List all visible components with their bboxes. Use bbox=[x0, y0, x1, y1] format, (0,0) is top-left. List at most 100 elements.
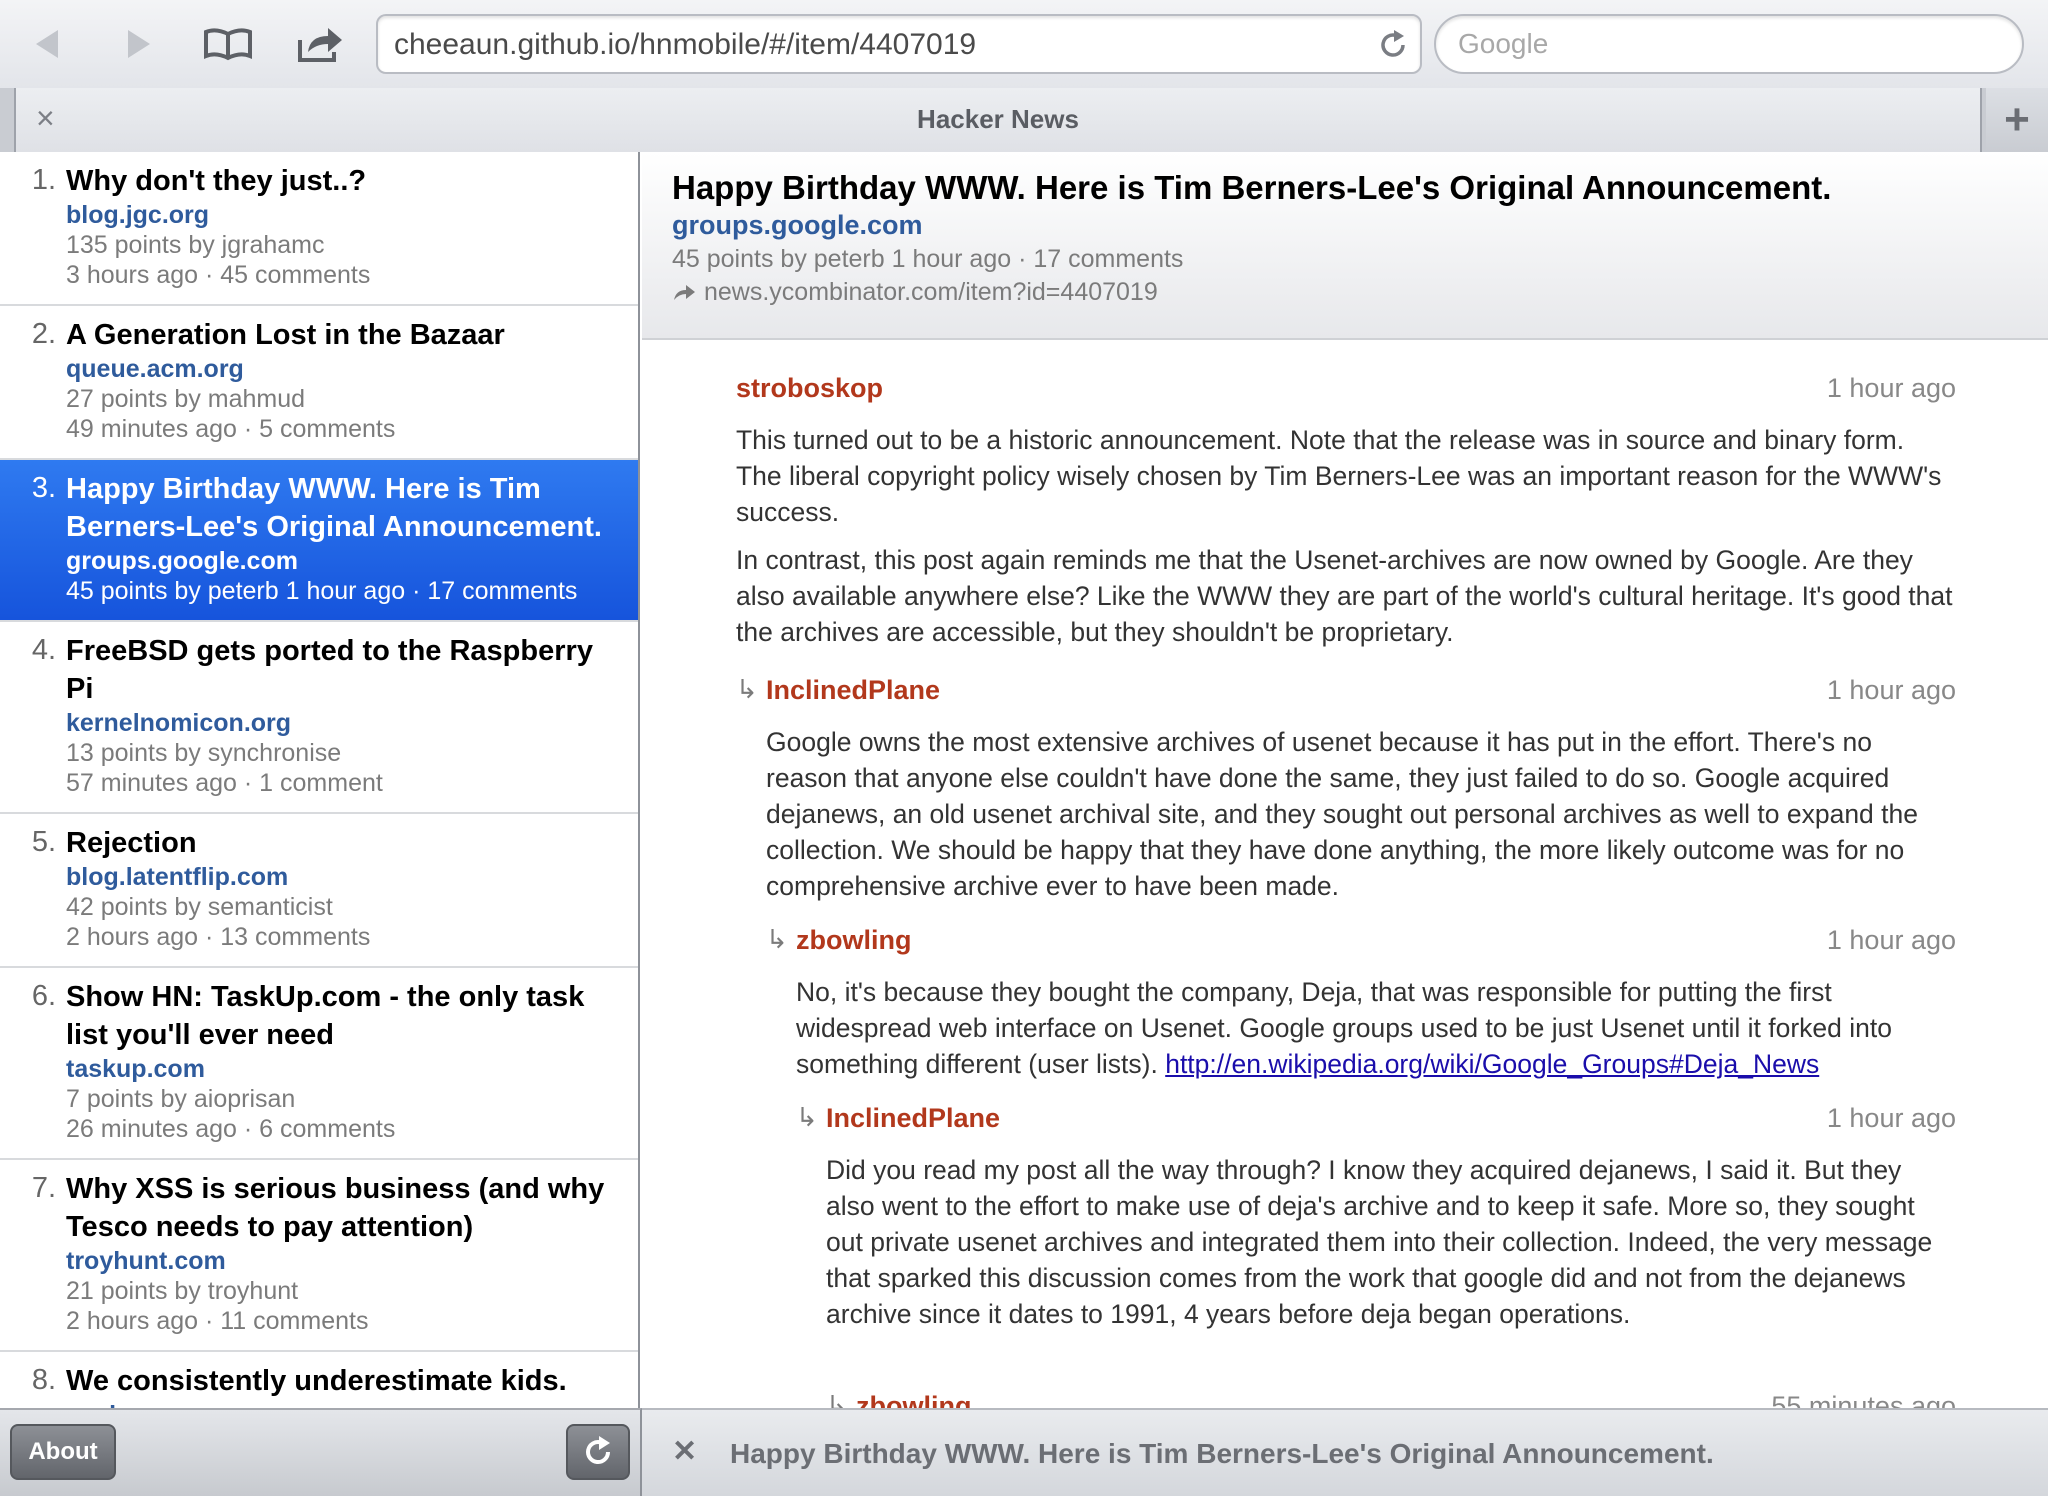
story-points: 27 points by mahmud bbox=[66, 385, 306, 413]
story-list[interactable]: 1. Why don't they just..? blog.jgc.org 1… bbox=[0, 152, 640, 1408]
story-time-comments: 3 hours ago · 45 comments bbox=[66, 261, 371, 289]
comment-author[interactable]: InclinedPlane bbox=[826, 1103, 1000, 1133]
comment-paragraph: Did you read my post all the way through… bbox=[826, 1155, 1933, 1329]
detail-domain[interactable]: groups.google.com bbox=[672, 208, 2018, 242]
story-item[interactable]: 7. Why XSS is serious business (and why … bbox=[0, 1160, 638, 1352]
detail-title[interactable]: Happy Birthday WWW. Here is Tim Berners-… bbox=[672, 168, 2018, 208]
story-rank: 6. bbox=[31, 980, 56, 1012]
story-time-comments: 26 minutes ago · 6 comments bbox=[66, 1115, 396, 1143]
comment-reply: ↳ InclinedPlane 1 hour ago Did you read … bbox=[796, 1100, 1956, 1332]
story-domain: kernelnomicon.org bbox=[66, 709, 292, 737]
story-item[interactable]: 8. We consistently underestimate kids. p… bbox=[0, 1352, 638, 1408]
hn-discussion-link[interactable]: news.ycombinator.com/item?id=4407019 bbox=[672, 276, 2018, 308]
search-input[interactable] bbox=[1458, 28, 1998, 60]
wikipedia-link[interactable]: http://en.wikipedia.org/wiki/Google_Grou… bbox=[1165, 1049, 1819, 1079]
detail-meta: 45 points by peterb 1 hour ago · 17 comm… bbox=[672, 245, 1184, 273]
story-rank: 8. bbox=[31, 1364, 56, 1396]
story-item[interactable]: 4. FreeBSD gets ported to the Raspberry … bbox=[0, 622, 638, 814]
share-icon bbox=[298, 28, 342, 62]
address-url[interactable]: cheeaun.github.io/hnmobile/#/item/440701… bbox=[394, 28, 976, 62]
reply-arrow-icon: ↳ bbox=[826, 1390, 848, 1408]
story-item[interactable]: 1. Why don't they just..? blog.jgc.org 1… bbox=[0, 152, 638, 306]
back-button[interactable] bbox=[20, 16, 76, 72]
comments-thread[interactable]: stroboskop 1 hour ago This turned out to… bbox=[642, 340, 2048, 1408]
comment-paragraph: This turned out to be a historic announc… bbox=[736, 425, 1942, 527]
story-time-comments: 57 minutes ago · 1 comment bbox=[66, 769, 383, 797]
story-domain: troyhunt.com bbox=[66, 1247, 226, 1275]
reply-arrow-icon: ↳ bbox=[796, 1102, 818, 1132]
story-points: 7 points by aioprisan bbox=[66, 1085, 296, 1113]
comment-time: 1 hour ago bbox=[1826, 925, 1956, 955]
detail-status-bar: ✕ Happy Birthday WWW. Here is Tim Berner… bbox=[642, 1408, 2048, 1496]
story-item-selected[interactable]: 3. Happy Birthday WWW. Here is Tim Berne… bbox=[0, 460, 638, 622]
story-time-comments: 49 minutes ago · 5 comments bbox=[66, 415, 396, 443]
share-arrow-icon bbox=[674, 285, 695, 300]
comment-reply: ↳ zbowling 55 minutes ago bbox=[826, 1388, 1956, 1408]
tab-bar: × Hacker News + bbox=[0, 88, 2048, 152]
story-detail: Happy Birthday WWW. Here is Tim Berners-… bbox=[642, 152, 2048, 1408]
story-rank: 7. bbox=[31, 1172, 56, 1204]
refresh-button[interactable] bbox=[566, 1424, 630, 1480]
comment-paragraph: Google owns the most extensive archives … bbox=[766, 727, 1918, 901]
browser-toolbar: cheeaun.github.io/hnmobile/#/item/440701… bbox=[0, 0, 2048, 88]
tab-title: Hacker News bbox=[917, 104, 1079, 134]
reply-arrow-icon: ↳ bbox=[766, 924, 788, 954]
story-domain: groups.google.com bbox=[66, 547, 298, 575]
story-domain: peebs.org bbox=[66, 1400, 624, 1408]
forward-arrow-icon bbox=[128, 30, 150, 58]
bookmarks-button[interactable] bbox=[200, 16, 256, 72]
comment-author[interactable]: stroboskop bbox=[736, 373, 883, 403]
comment-time: 1 hour ago bbox=[1826, 373, 1956, 403]
story-domain: taskup.com bbox=[66, 1055, 205, 1083]
story-points: 13 points by synchronise bbox=[66, 739, 342, 767]
story-item[interactable]: 6. Show HN: TaskUp.com - the only task l… bbox=[0, 968, 638, 1160]
address-bar[interactable]: cheeaun.github.io/hnmobile/#/item/440701… bbox=[376, 14, 1422, 74]
story-title: A Generation Lost in the Bazaar bbox=[66, 319, 505, 351]
story-points: 135 points by jgrahamc bbox=[66, 231, 325, 259]
search-bar[interactable] bbox=[1434, 14, 2024, 74]
close-detail-icon[interactable]: ✕ bbox=[672, 1434, 697, 1469]
back-arrow-icon bbox=[36, 30, 58, 58]
refresh-icon bbox=[586, 1436, 611, 1465]
hn-discussion-url[interactable]: news.ycombinator.com/item?id=4407019 bbox=[704, 276, 1158, 308]
story-title: Why XSS is serious business (and why Tes… bbox=[66, 1173, 605, 1243]
story-title: Rejection bbox=[66, 827, 197, 859]
story-title: Show HN: TaskUp.com - the only task list… bbox=[66, 981, 585, 1051]
story-points: 42 points by semanticist bbox=[66, 893, 333, 921]
story-points: 45 points by peterb 1 hour ago · 17 comm… bbox=[66, 577, 578, 605]
new-tab-button[interactable]: + bbox=[1986, 88, 2048, 152]
story-title: Why don't they just..? bbox=[66, 165, 367, 197]
tab-hacker-news[interactable]: × Hacker News bbox=[14, 88, 1982, 152]
story-title: FreeBSD gets ported to the Raspberry Pi bbox=[66, 635, 593, 705]
story-rank: 1. bbox=[31, 164, 56, 196]
comment-author[interactable]: zbowling bbox=[856, 1391, 971, 1408]
comment: stroboskop 1 hour ago This turned out to… bbox=[736, 370, 1956, 650]
comment-author[interactable]: zbowling bbox=[796, 925, 911, 955]
forward-button[interactable] bbox=[110, 16, 166, 72]
detail-header: Happy Birthday WWW. Here is Tim Berners-… bbox=[642, 152, 2048, 340]
comment-time: 55 minutes ago bbox=[1771, 1391, 1956, 1408]
story-rank: 4. bbox=[31, 634, 56, 666]
story-points: 21 points by troyhunt bbox=[66, 1277, 299, 1305]
story-item[interactable]: 2. A Generation Lost in the Bazaar queue… bbox=[0, 306, 638, 460]
about-button[interactable]: About bbox=[10, 1424, 116, 1480]
story-title: Happy Birthday WWW. Here is Tim Berners-… bbox=[66, 473, 602, 543]
reply-arrow-icon: ↳ bbox=[736, 674, 758, 704]
story-item[interactable]: 5. Rejection blog.latentflip.com 42 poin… bbox=[0, 814, 638, 968]
story-domain: blog.latentflip.com bbox=[66, 863, 289, 891]
comment-reply: ↳ zbowling 1 hour ago No, it's because t… bbox=[766, 922, 1956, 1082]
story-time-comments: 2 hours ago · 11 comments bbox=[66, 1307, 369, 1335]
story-rank: 3. bbox=[31, 472, 56, 504]
story-time-comments: 2 hours ago · 13 comments bbox=[66, 923, 371, 951]
story-rank: 5. bbox=[31, 826, 56, 858]
story-domain: blog.jgc.org bbox=[66, 201, 210, 229]
status-title: Happy Birthday WWW. Here is Tim Berners-… bbox=[730, 1438, 1714, 1469]
share-button[interactable] bbox=[292, 16, 348, 72]
comment-time: 1 hour ago bbox=[1826, 675, 1956, 705]
story-title: We consistently underestimate kids. bbox=[66, 1365, 567, 1397]
comment-author[interactable]: InclinedPlane bbox=[766, 675, 940, 705]
story-rank: 2. bbox=[31, 318, 56, 350]
reload-icon[interactable] bbox=[1376, 28, 1410, 62]
list-footer-toolbar: About bbox=[0, 1408, 642, 1496]
comment-reply: ↳ InclinedPlane 1 hour ago Google owns t… bbox=[736, 672, 1956, 904]
